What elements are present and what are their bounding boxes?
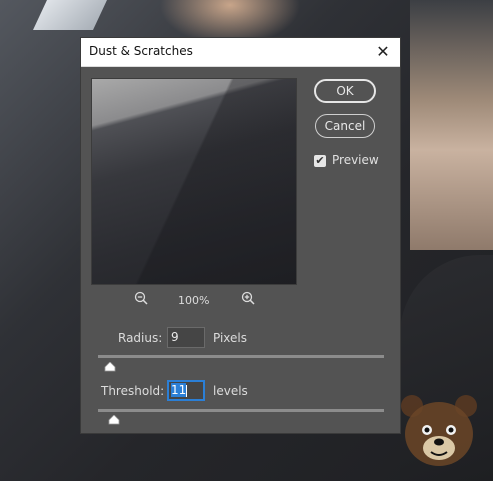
radius-input[interactable]: 9 [167,327,205,348]
zoom-in-icon[interactable] [241,291,255,305]
background-face [410,0,493,250]
threshold-input[interactable]: 11 [167,380,205,401]
preview-checkbox[interactable]: ✔ [314,155,326,167]
text-caret [186,384,188,397]
threshold-unit: levels [213,384,248,398]
preview-image [92,79,296,284]
filter-preview-window[interactable] [91,78,297,285]
bear-mascot-logo [401,395,477,466]
radius-label: Radius: [118,331,163,345]
zoom-level: 100% [178,294,210,307]
close-icon[interactable]: ✕ [372,41,394,63]
checkmark-icon: ✔ [315,154,325,167]
ok-button[interactable]: OK [314,79,376,103]
dialog-titlebar[interactable]: Dust & Scratches ✕ [81,38,400,67]
zoom-out-icon[interactable] [134,291,148,305]
radius-unit: Pixels [213,331,248,345]
threshold-value: 11 [171,383,187,397]
dialog-title: Dust & Scratches [89,44,193,58]
radius-value: 9 [171,330,179,344]
threshold-slider-thumb[interactable] [108,415,120,425]
dust-and-scratches-dialog: Dust & Scratches ✕ OK Cancel ✔ Preview 1… [80,37,401,434]
preview-checkbox-label: Preview [332,153,379,167]
radius-slider-thumb[interactable] [104,362,116,372]
radius-slider-track[interactable] [98,355,384,358]
cancel-button[interactable]: Cancel [315,114,375,138]
threshold-label: Threshold: [101,384,165,398]
threshold-slider-track[interactable] [98,409,384,412]
